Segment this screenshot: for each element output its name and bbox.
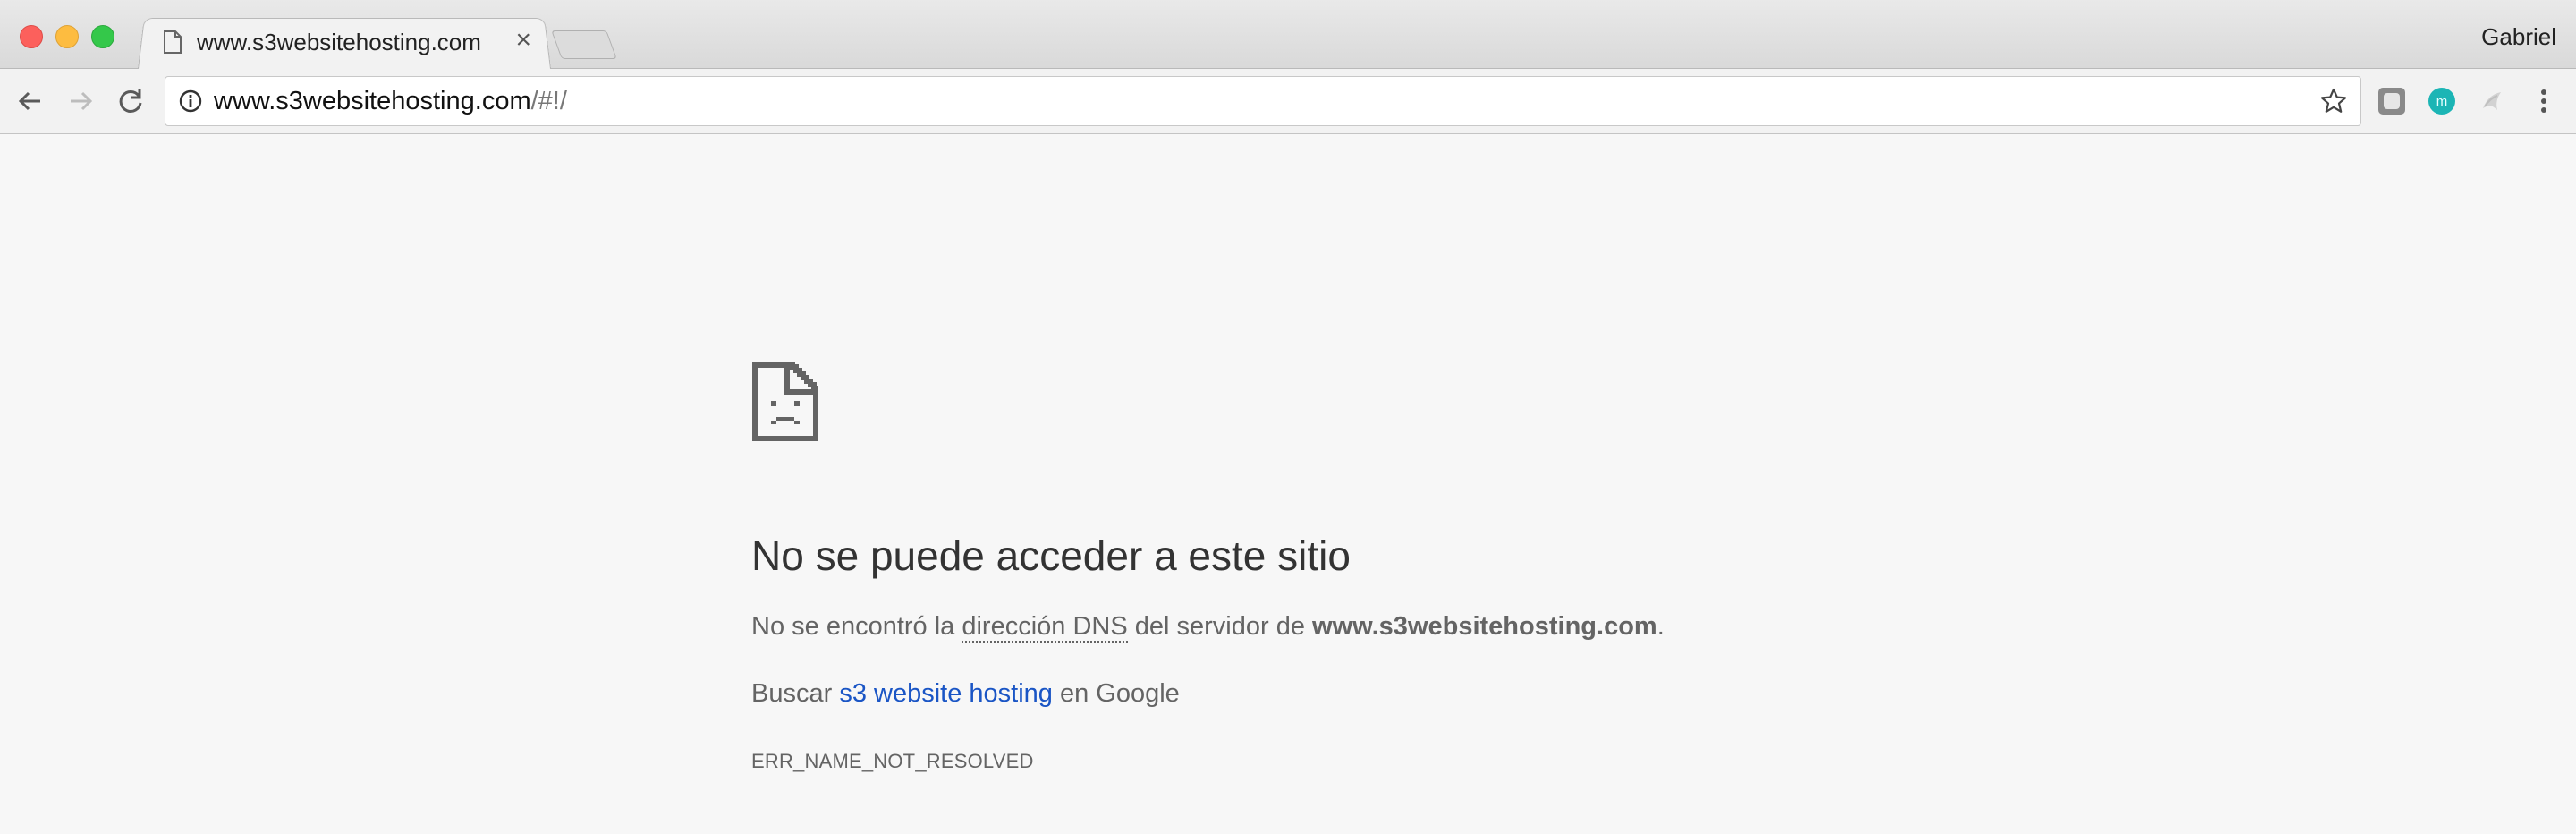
sad-page-icon — [752, 362, 818, 441]
window-titlebar: www.s3websitehosting.com × Gabriel — [0, 0, 2576, 69]
window-close-button[interactable] — [20, 25, 43, 48]
forward-arrow-icon — [71, 91, 93, 111]
profile-name[interactable]: Gabriel — [2481, 23, 2556, 51]
info-icon[interactable] — [178, 89, 203, 114]
extension-icon[interactable] — [2376, 85, 2408, 117]
browser-toolbar: www.s3websitehosting.com/#!/ m — [0, 69, 2576, 134]
window-zoom-button[interactable] — [91, 25, 114, 48]
window-minimize-button[interactable] — [55, 25, 79, 48]
error-desc-middle: del servidor de — [1127, 612, 1313, 641]
forward-button[interactable] — [63, 83, 98, 119]
error-page: No se puede acceder a este sitio No se e… — [751, 362, 1914, 773]
extension-icon[interactable]: m — [2426, 85, 2458, 117]
error-description: No se encontró la dirección DNS del serv… — [751, 612, 1914, 643]
reload-icon — [119, 89, 142, 113]
back-button[interactable] — [13, 83, 48, 119]
error-desc-prefix: No se encontró la — [751, 612, 962, 641]
reload-button[interactable] — [113, 83, 148, 119]
extension-icon[interactable] — [2476, 85, 2508, 117]
error-desc-suffix: . — [1657, 612, 1665, 641]
error-code: ERR_NAME_NOT_RESOLVED — [751, 750, 1034, 772]
search-prefix: Buscar — [751, 679, 840, 708]
search-suffix: en Google — [1052, 679, 1180, 708]
tab-close-icon[interactable]: × — [515, 27, 531, 54]
document-icon — [164, 30, 182, 54]
search-suggestion: Buscar s3 website hosting en Google — [751, 679, 1914, 709]
url-text[interactable]: www.s3websitehosting.com/#!/ — [214, 87, 567, 116]
new-tab-button[interactable] — [551, 30, 617, 59]
error-host: www.s3websitehosting.com — [1312, 612, 1657, 641]
address-bar[interactable]: www.s3websitehosting.com/#!/ — [165, 76, 2361, 126]
url-host: www.s3websitehosting.com — [214, 87, 531, 115]
error-title: No se puede acceder a este sitio — [751, 532, 1351, 579]
dns-term[interactable]: dirección DNS — [962, 612, 1128, 643]
back-arrow-icon — [18, 91, 40, 111]
url-path: /#!/ — [530, 87, 567, 115]
active-tab-content[interactable]: www.s3websitehosting.com × — [138, 16, 549, 68]
tab-title: www.s3websitehosting.com — [197, 29, 481, 55]
search-link[interactable]: s3 website hosting — [839, 679, 1053, 708]
menu-icon[interactable] — [2528, 85, 2560, 117]
star-icon[interactable] — [2319, 87, 2348, 115]
svg-text:m: m — [2436, 94, 2448, 109]
